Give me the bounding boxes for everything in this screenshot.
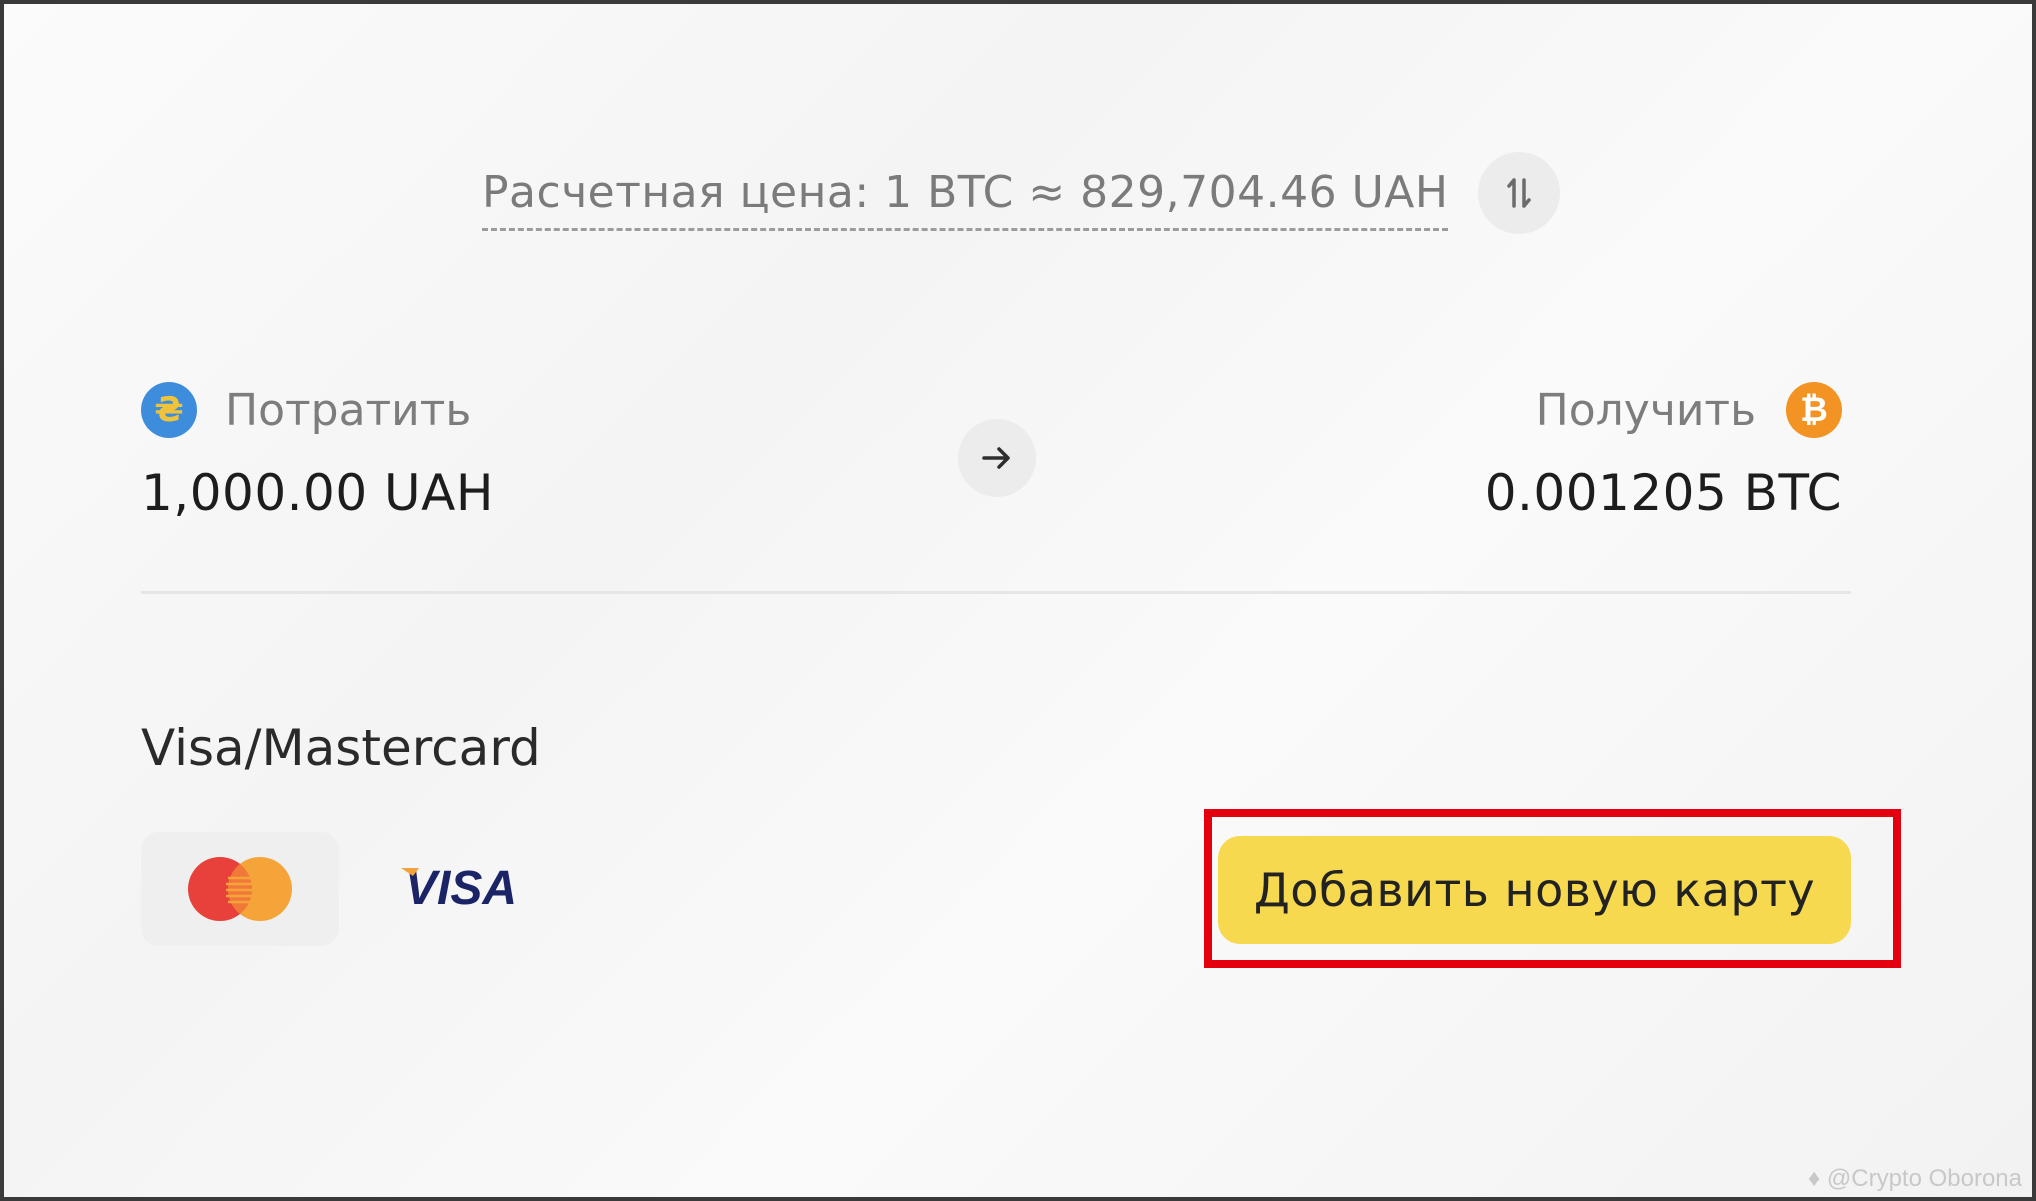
- purchase-panel: Расчетная цена: 1 BTC ≈ 829,704.46 UAH ₴…: [0, 0, 2036, 1201]
- watermark-icon: ♦: [1807, 1165, 1821, 1192]
- spend-amount: 1,000.00 UAH: [141, 464, 494, 522]
- receive-label: Получить: [1535, 384, 1756, 436]
- mastercard-logo[interactable]: [141, 832, 339, 946]
- mastercard-icon: [188, 857, 292, 921]
- spend-section: ₴ Потратить 1,000.00 UAH: [141, 382, 494, 522]
- swap-vertical-icon: [1507, 178, 1532, 208]
- watermark: ♦ @Crypto Oborona: [1807, 1165, 2022, 1192]
- svg-text:VISA: VISA: [405, 862, 517, 912]
- rate-row: Расчетная цена: 1 BTC ≈ 829,704.46 UAH: [482, 152, 1561, 234]
- swap-rate-button[interactable]: [1478, 152, 1561, 234]
- estimated-price-text[interactable]: Расчетная цена: 1 BTC ≈ 829,704.46 UAH: [482, 167, 1449, 231]
- btc-coin-icon: ₿: [1786, 382, 1842, 438]
- receive-section: Получить ₿ 0.001205 BTC: [1485, 382, 1842, 522]
- payment-method-title: Visa/Mastercard: [141, 719, 541, 777]
- arrow-button[interactable]: [958, 419, 1036, 497]
- spend-label: Потратить: [225, 384, 472, 436]
- visa-logo[interactable]: VISA: [399, 860, 535, 912]
- divider: [141, 591, 1851, 594]
- add-new-card-button[interactable]: Добавить новую карту: [1218, 836, 1851, 944]
- arrow-right-icon: [982, 447, 1010, 469]
- receive-amount: 0.001205 BTC: [1484, 464, 1842, 522]
- uah-coin-icon: ₴: [141, 382, 197, 438]
